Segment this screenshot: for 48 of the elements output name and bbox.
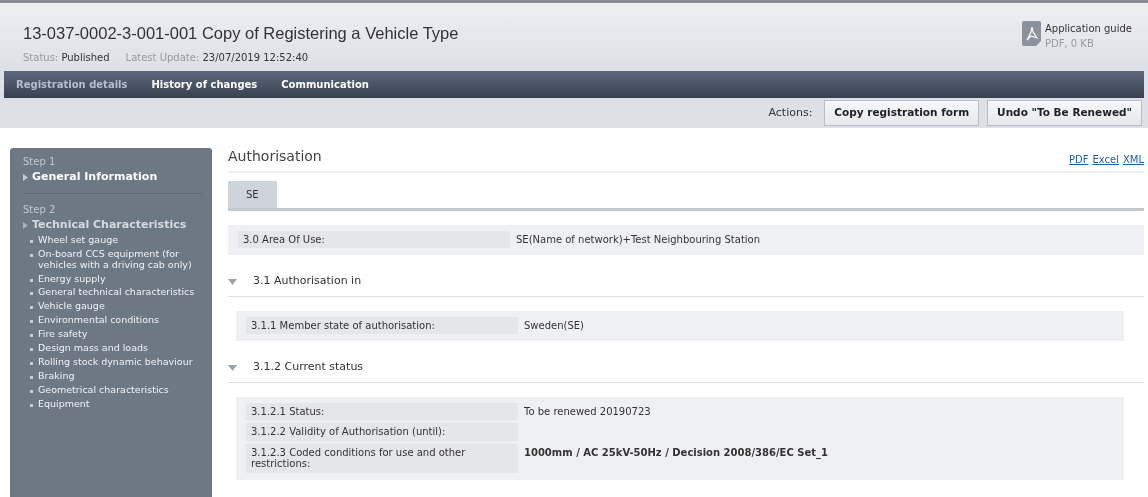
sidebar-item[interactable]: Environmental conditions (23, 314, 202, 329)
caret-icon (23, 222, 28, 229)
expand-toggle-icon[interactable] (228, 364, 237, 371)
subsection-title: 3.1.2 Current status (253, 359, 364, 376)
step-label: Step 1 (23, 154, 57, 169)
pdf-icon[interactable] (1021, 21, 1041, 46)
step-label: Step 2 (23, 203, 57, 218)
sidebar-item[interactable]: Braking (23, 369, 202, 384)
sidebar-item[interactable]: Vehicle gauge (23, 300, 202, 315)
export-link[interactable]: Excel (1092, 151, 1119, 167)
export-link[interactable]: XML (1122, 151, 1144, 167)
nav-tab[interactable]: History of changes (139, 70, 270, 98)
sidebar-item[interactable]: Energy supply (23, 272, 202, 287)
sidebar-item[interactable]: On-board CCS equipment (for vehicles with a driving cab only) (23, 247, 202, 273)
nav-tab[interactable]: Communication (269, 70, 381, 98)
sidebar-item[interactable]: Design mass and loads (23, 342, 202, 357)
field-value: To be renewed 20190723 (523, 404, 652, 419)
page-title: 13-037-0002-3-001-001 Copy of Registering a Vehicle Type (23, 23, 459, 44)
step-link[interactable]: General Information (23, 168, 202, 186)
status-text: Status: Published (23, 50, 110, 65)
section-title: Authorisation (228, 146, 322, 166)
field-label: 3.0 Area Of Use: (238, 230, 510, 249)
actions-label: Actions: (768, 104, 813, 121)
export-link[interactable]: PDF (1068, 151, 1089, 167)
action-button[interactable]: Undo "To Be Renewed" (987, 99, 1142, 126)
field-label: 3.1.2.2 Validity of Authorisation (until): (246, 423, 518, 441)
nav-tab[interactable]: Registration details (4, 70, 140, 98)
sidebar-item[interactable]: Rolling stock dynamic behaviour (23, 356, 202, 370)
field-label: 3.1.2.3 Coded conditions for use and other restrictions: (246, 443, 518, 473)
expand-toggle-icon[interactable] (228, 278, 237, 285)
field-label: 3.1.2.1 Status: (246, 402, 518, 421)
sidebar-item[interactable]: General technical characteristics (23, 286, 202, 301)
caret-icon (23, 173, 28, 181)
subsection-title: 3.1 Authorisation in (253, 273, 362, 290)
field-value: 1000mm / AC 25kV-50Hz / Decision 2008/386/EC Set_1 (523, 445, 829, 461)
field-value: SE(Name of network)+Test Neighbouring Station (515, 232, 762, 247)
field-value: Sweden(SE) (523, 318, 585, 333)
sidebar-item[interactable]: Wheel set gauge (23, 233, 202, 248)
step-link[interactable]: Technical Characteristics (23, 217, 202, 234)
sidebar-item[interactable]: Geometrical characteristics (23, 383, 202, 398)
action-button[interactable]: Copy registration form (824, 99, 980, 126)
country-tab[interactable]: SE (228, 180, 277, 208)
sidebar-item[interactable]: Equipment (23, 397, 202, 412)
field-label: 3.1.1 Member state of authorisation: (246, 316, 518, 335)
update-text: Latest Update: 23/07/2019 12:52:40 (125, 50, 309, 65)
file-info: PDF, 0 KB (1044, 37, 1095, 51)
sidebar-item[interactable]: Fire safety (23, 328, 202, 343)
application-guide-link[interactable]: Application guide (1044, 21, 1132, 36)
